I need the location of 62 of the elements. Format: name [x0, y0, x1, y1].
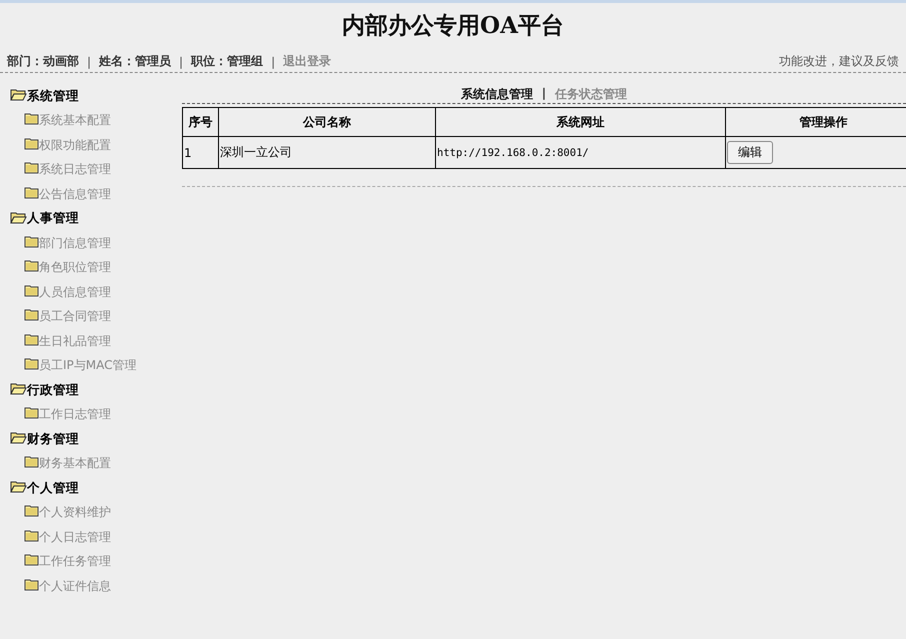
folder-icon — [24, 528, 39, 542]
column-header: 系统网址 — [436, 108, 726, 136]
folder-icon — [24, 578, 39, 591]
separator-text: | — [87, 54, 92, 68]
folder-icon — [24, 406, 39, 420]
separator-text: | — [542, 86, 546, 102]
sidebar-item[interactable]: 财务基本配置 — [10, 452, 182, 476]
folder-icon — [24, 357, 39, 370]
sidebar-group[interactable]: 财务管理 — [10, 427, 182, 452]
open-folder-icon — [10, 210, 27, 224]
tab[interactable]: 任务状态管理 — [555, 86, 628, 103]
folder-icon — [24, 234, 39, 248]
sidebar-item[interactable]: 权限功能配置 — [10, 133, 182, 158]
folder-icon — [24, 136, 39, 150]
sidebar-group[interactable]: 行政管理 — [10, 378, 182, 402]
sidebar-item[interactable]: 系统基本配置 — [10, 108, 182, 133]
sidebar-item[interactable]: 员工IP与MAC管理 — [10, 354, 182, 378]
column-header: 管理操作 — [726, 108, 906, 136]
folder-icon — [24, 455, 39, 468]
sidebar-item[interactable]: 系统日志管理 — [10, 158, 182, 182]
tab[interactable]: 系统信息管理 — [460, 86, 533, 103]
sidebar-item[interactable]: 工作任务管理 — [10, 550, 182, 574]
user-info-text: 职位：管理组 — [191, 53, 264, 70]
folder-icon — [24, 553, 39, 566]
folder-icon — [24, 332, 39, 346]
sidebar-group[interactable]: 人事管理 — [10, 206, 182, 231]
sidebar-item[interactable]: 个人证件信息 — [10, 574, 182, 598]
folder-icon — [24, 308, 39, 322]
open-folder-icon — [10, 479, 27, 494]
sidebar-item[interactable]: 部门信息管理 — [10, 231, 182, 256]
edit-button[interactable]: 编辑 — [727, 141, 773, 164]
open-folder-icon — [10, 87, 27, 102]
sidebar-item[interactable]: 生日礼品管理 — [10, 329, 182, 354]
column-header: 公司名称 — [218, 108, 436, 136]
table-cell: 深圳一立公司 — [218, 136, 436, 168]
sidebar-item[interactable]: 员工合同管理 — [10, 304, 182, 329]
logout-link[interactable]: 退出登录 — [283, 53, 332, 70]
folder-icon — [24, 186, 39, 199]
table-cell: http://192.168.0.2:8001/ — [436, 136, 726, 168]
feedback-link[interactable]: 功能改进，建议及反馈 — [779, 53, 899, 70]
table-cell: 1 — [182, 136, 218, 168]
sidebar-item[interactable]: 个人资料维护 — [10, 500, 182, 525]
user-info-text: 部门：动画部 — [7, 53, 79, 70]
column-header: 序号 — [182, 108, 218, 136]
user-info-text: 姓名：管理员 — [99, 53, 172, 70]
page-title: 内部办公专用OA平台 — [341, 11, 565, 41]
folder-icon — [24, 284, 39, 297]
sidebar-item[interactable]: 公告信息管理 — [10, 182, 182, 206]
sidebar-group[interactable]: 系统管理 — [10, 84, 182, 108]
open-folder-icon — [10, 381, 27, 396]
folder-icon — [24, 259, 39, 272]
separator-text: | — [271, 54, 276, 68]
sidebar-item[interactable]: 人员信息管理 — [10, 280, 182, 304]
folder-icon — [24, 161, 39, 174]
sidebar-item[interactable]: 工作日志管理 — [10, 402, 182, 427]
open-folder-icon — [10, 430, 27, 444]
folder-icon — [24, 112, 39, 126]
sidebar-group[interactable]: 个人管理 — [10, 476, 182, 500]
sidebar-item[interactable]: 个人日志管理 — [10, 525, 182, 550]
separator-text: | — [179, 54, 184, 68]
sidebar-item[interactable]: 角色职位管理 — [10, 256, 182, 280]
folder-icon — [24, 504, 39, 518]
